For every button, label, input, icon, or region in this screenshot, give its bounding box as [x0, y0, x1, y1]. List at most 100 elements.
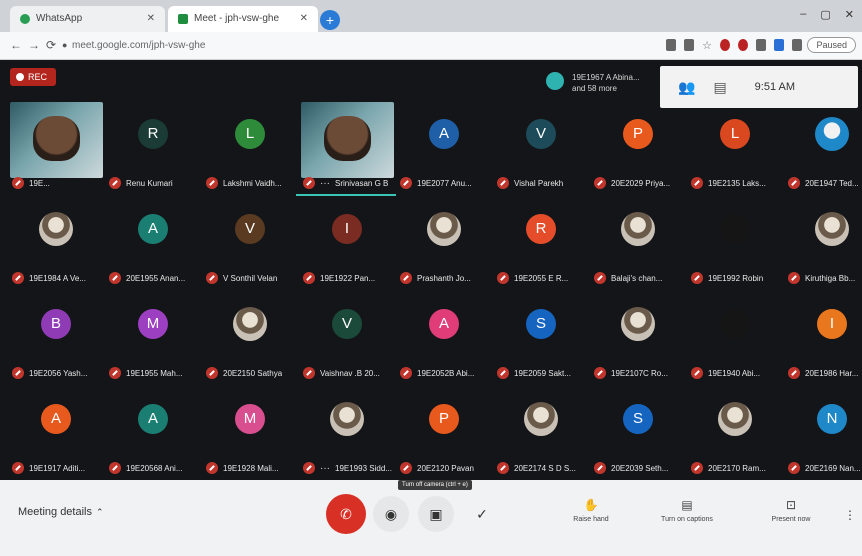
minimize-button[interactable]: – [800, 8, 806, 21]
participant-tile[interactable]: S 19E2059 Sakt... [493, 290, 590, 385]
star-icon[interactable]: ☆ [702, 39, 712, 52]
present-now-button[interactable]: ⊡ Present now [756, 498, 826, 523]
more-icon[interactable]: ··· [320, 178, 330, 189]
participant-tile[interactable]: ··· 19E1993 Sidd... [299, 385, 396, 480]
participant-tile[interactable]: A 19E1917 Aditi... [8, 385, 105, 480]
raise-hand-button[interactable]: ✋ Raise hand [556, 498, 626, 523]
whatsapp-icon [20, 14, 30, 24]
participant-avatar: I [817, 309, 847, 339]
participant-face [33, 115, 80, 162]
url-field[interactable]: meet.google.com/jph-vsw-ghe [72, 40, 205, 51]
extension-icon[interactable] [774, 39, 784, 51]
puzzle-icon[interactable] [792, 39, 802, 51]
new-tab-button[interactable]: + [320, 10, 340, 30]
participant-tile[interactable]: M 19E1955 Mah... [105, 290, 202, 385]
participant-name: 20E2039 Seth... [611, 463, 669, 473]
participant-nameline: 20E1955 Anan... [109, 272, 201, 284]
camera-button[interactable]: ▣ [418, 496, 454, 532]
tab-whatsapp[interactable]: WhatsApp ✕ [10, 6, 165, 32]
participant-nameline: 20E2029 Priya... [594, 177, 686, 189]
mic-off-icon [12, 272, 24, 284]
extension-icon[interactable] [666, 39, 677, 51]
participant-avatar: N [817, 404, 847, 434]
participant-tile[interactable]: 20E1947 Ted... [784, 100, 862, 195]
participant-tile[interactable]: 19E1940 Abi... [687, 290, 784, 385]
more-icon[interactable]: ··· [320, 463, 330, 474]
more-options-icon[interactable]: ⋮ [844, 508, 856, 522]
participant-tile[interactable]: A 19E2052B Abi... [396, 290, 493, 385]
participant-tile[interactable]: ··· Srinivasan G B [299, 100, 396, 195]
extension-icon[interactable] [756, 39, 766, 51]
participant-avatar: V [235, 214, 265, 244]
chat-icon[interactable]: ▤ [713, 79, 726, 96]
people-icon[interactable]: 👥 [678, 79, 695, 96]
participant-nameline: Prashanth Jo... [400, 272, 492, 284]
participant-tile[interactable]: I 19E1922 Pan... [299, 195, 396, 290]
participant-tile[interactable]: A 20E1955 Anan... [105, 195, 202, 290]
participant-video [10, 102, 103, 178]
participant-nameline: ··· Srinivasan G B [303, 177, 395, 189]
presenter-name: 19E1967 A Abina... [572, 73, 640, 82]
participant-tile[interactable]: P 20E2029 Priya... [590, 100, 687, 195]
hand-icon: ✋ [583, 498, 599, 512]
participant-tile[interactable]: L Lakshmi Vaidh... [202, 100, 299, 195]
mic-button[interactable]: ◉ [373, 496, 409, 532]
participant-name: Srinivasan G B [335, 178, 389, 188]
forward-icon[interactable]: → [28, 38, 40, 52]
participant-tile[interactable]: Balaji's chan... [590, 195, 687, 290]
participant-tile[interactable]: 20E2174 S D S... [493, 385, 590, 480]
participant-name: Balaji's chan... [611, 273, 663, 283]
paused-badge[interactable]: Paused [807, 37, 856, 53]
participant-tile[interactable]: R 19E2055 E R... [493, 195, 590, 290]
participant-tile[interactable]: V Vaishnav .B 20... [299, 290, 396, 385]
participant-name: 19E1922 Pan... [320, 273, 376, 283]
participant-photo [524, 402, 558, 436]
back-icon[interactable]: ← [10, 38, 22, 52]
participant-name: 19E1928 Mali... [223, 463, 279, 473]
reload-icon[interactable]: ⟳ [46, 38, 56, 52]
participant-tile[interactable]: A 19E2077 Anu... [396, 100, 493, 195]
participant-nameline: 19E2055 E R... [497, 272, 589, 284]
participant-tile[interactable]: L 19E2135 Laks... [687, 100, 784, 195]
more-controls-button[interactable]: ✓ [464, 496, 500, 532]
participant-tile[interactable]: 19E1992 Robin [687, 195, 784, 290]
participant-tile[interactable]: 19E1984 A Ve... [8, 195, 105, 290]
participant-video [301, 102, 394, 178]
window-close-button[interactable]: ✕ [845, 8, 854, 21]
mic-off-icon [594, 272, 606, 284]
participant-tile[interactable]: R Renu Kumari [105, 100, 202, 195]
participant-name: 19E2052B Abi... [417, 368, 475, 378]
participant-tile[interactable]: S 20E2039 Seth... [590, 385, 687, 480]
participant-nameline: 19E1928 Mali... [206, 462, 298, 474]
participant-tile[interactable]: P 20E2120 Pavan [396, 385, 493, 480]
participant-tile[interactable]: V Vishal Parekh [493, 100, 590, 195]
participant-tile[interactable]: Kiruthiga Bb... [784, 195, 862, 290]
mic-off-icon [12, 367, 24, 379]
extension-icon[interactable] [684, 39, 695, 51]
participant-tile[interactable]: V V Sonthil Velan [202, 195, 299, 290]
meeting-details-button[interactable]: Meeting details ⌃ [18, 506, 104, 518]
participant-tile[interactable]: 19E2107C Ro... [590, 290, 687, 385]
participant-tile[interactable]: Prashanth Jo... [396, 195, 493, 290]
participant-tile[interactable]: M 19E1928 Mali... [202, 385, 299, 480]
participant-tile[interactable]: 19E... [8, 100, 105, 195]
participant-tile[interactable]: 20E2150 Sathya [202, 290, 299, 385]
mic-off-icon [303, 462, 315, 474]
tab-meet[interactable]: Meet - jph-vsw-ghe ✕ [168, 6, 318, 32]
captions-button[interactable]: ▤ Turn on captions [652, 498, 722, 523]
participant-tile[interactable]: N 20E2169 Nan... [784, 385, 862, 480]
close-icon[interactable]: ✕ [147, 6, 155, 32]
end-call-button[interactable]: ✆ [326, 494, 366, 534]
close-icon[interactable]: ✕ [300, 6, 308, 32]
participant-avatar [720, 309, 750, 339]
participant-tile[interactable]: A 19E20568 Ani... [105, 385, 202, 480]
participant-avatar: V [526, 119, 556, 149]
extension-icon[interactable] [738, 39, 748, 51]
extension-icon[interactable] [720, 39, 730, 51]
participant-tile[interactable]: B 19E2056 Yash... [8, 290, 105, 385]
maximize-button[interactable]: ▢ [820, 8, 830, 21]
participant-name: 19E1993 Sidd... [335, 463, 392, 473]
participant-tile[interactable]: I 20E1986 Har... [784, 290, 862, 385]
participant-tile[interactable]: 20E2170 Ram... [687, 385, 784, 480]
mic-off-icon [206, 272, 218, 284]
